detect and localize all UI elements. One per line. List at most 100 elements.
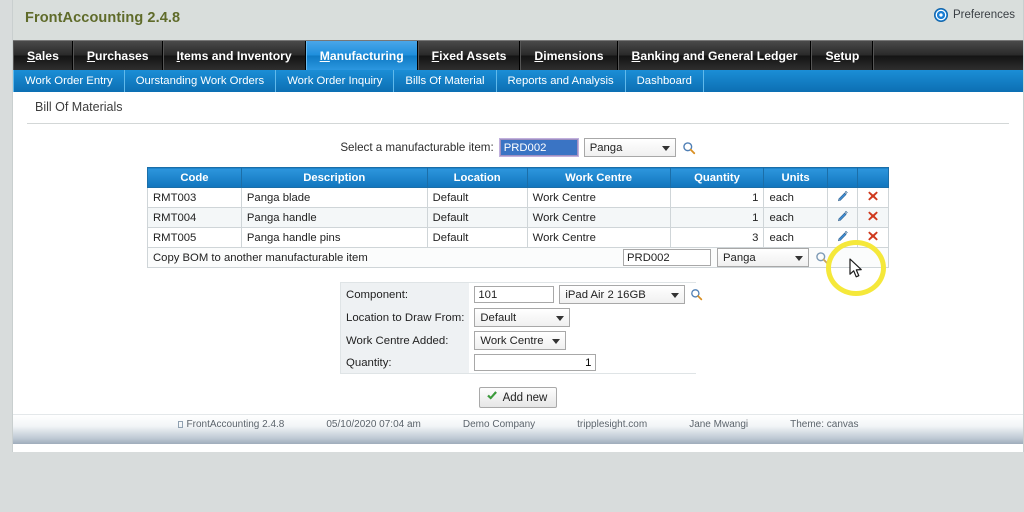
menu-item-dimensions[interactable]: Dimensions [520, 41, 618, 70]
app-title: FrontAccounting 2.4.8 [25, 10, 181, 26]
search-icon[interactable] [682, 141, 696, 155]
menu-item-banking-and-general-ledger[interactable]: Banking and General Ledger [617, 41, 812, 70]
delete-row-button[interactable] [857, 187, 889, 208]
page-sheet: FrontAccounting 2.4.8 Preferences Sales … [12, 0, 1024, 452]
page-title-bar: Bill Of Materials [13, 92, 1023, 119]
cell-units: each [763, 207, 828, 228]
location-select[interactable]: Default [474, 308, 571, 327]
chevron-down-icon [552, 338, 561, 344]
preferences-label: Preferences [952, 9, 1015, 21]
footer-bullet-icon [177, 421, 183, 428]
cell-units: each [763, 187, 828, 208]
top-bar: FrontAccounting 2.4.8 Preferences [13, 0, 1023, 40]
quantity-field-row: Quantity: [341, 352, 710, 373]
cell-work-centre: Work Centre [526, 227, 671, 248]
edit-row-button[interactable] [826, 227, 859, 248]
component-item-select[interactable]: iPad Air 2 16GB [559, 285, 686, 304]
delete-row-button[interactable] [857, 227, 889, 248]
table-row[interactable]: RMT005 Panga handle pins Default Work Ce… [147, 227, 889, 248]
chevron-down-icon [661, 145, 670, 151]
delete-x-icon [867, 190, 879, 205]
green-check-icon [486, 390, 498, 405]
footer-datetime: 05/10/2020 07:04 am [326, 419, 421, 430]
footer-version-item: FrontAccounting 2.4.8 [177, 419, 284, 430]
add-new-button[interactable]: Add new [478, 387, 558, 408]
column-header-description: Description [240, 167, 428, 188]
edit-row-button[interactable] [826, 187, 859, 208]
page-title: Bill Of Materials [35, 100, 123, 114]
pencil-icon [836, 230, 849, 246]
copy-bom-item-select[interactable]: Panga [717, 248, 809, 267]
manufacturable-item-select[interactable]: Panga [583, 138, 676, 157]
cell-location: Default [426, 227, 528, 248]
delete-x-icon [867, 210, 879, 225]
copy-bom-search-icon[interactable] [815, 251, 829, 265]
cell-code: RMT005 [147, 227, 242, 248]
quantity-field-cell [469, 352, 710, 373]
submenu-item-reports-and-analysis[interactable]: Reports and Analysis [497, 70, 626, 92]
footer-user: Jane Mwangi [689, 419, 749, 430]
copy-bom-cell: Copy BOM to another manufacturable item … [147, 247, 889, 268]
work-centre-select-value: Work Centre [480, 334, 544, 347]
menu-item-items-and-inventory[interactable]: Items and Inventory [162, 41, 306, 70]
location-field-cell: Default [469, 306, 710, 329]
footer-theme: Theme: canvas [790, 419, 859, 430]
submenu-item-dashboard[interactable]: Dashboard [626, 70, 704, 92]
preferences-button[interactable]: Preferences [933, 8, 1015, 22]
footer-company: Demo Company [462, 419, 536, 430]
component-item-select-value: iPad Air 2 16GB [565, 288, 646, 301]
chevron-down-icon [556, 315, 565, 321]
component-field-cell: iPad Air 2 16GB [469, 283, 710, 306]
table-row[interactable]: RMT004 Panga handle Default Work Centre … [147, 207, 889, 228]
work-centre-select[interactable]: Work Centre [474, 331, 567, 350]
sub-menu-filler [704, 70, 1023, 92]
table-row[interactable]: RMT003 Panga blade Default Work Centre 1… [147, 187, 889, 208]
edit-row-button[interactable] [826, 207, 859, 228]
manufacturable-item-code-input[interactable] [498, 138, 579, 157]
column-header-edit [826, 167, 859, 188]
component-code-input[interactable] [474, 286, 555, 303]
delete-x-icon [867, 230, 879, 245]
sub-menu: Work Order Entry Ourstanding Work Orders… [13, 70, 1023, 92]
copy-bom-item-select-value: Panga [723, 251, 756, 264]
chevron-down-icon [795, 255, 803, 261]
add-new-label: Add new [502, 391, 548, 404]
submenu-item-work-order-inquiry[interactable]: Work Order Inquiry [276, 70, 395, 92]
page-footer: FrontAccounting 2.4.8 05/10/2020 07:04 a… [13, 414, 1023, 444]
component-form-table: Component: iPad Air 2 16GB [341, 283, 710, 373]
copy-bom-code-input[interactable] [623, 249, 711, 266]
component-form: Component: iPad Air 2 16GB [340, 282, 710, 374]
column-header-code: Code [147, 167, 242, 188]
menu-item-setup[interactable]: Setup [811, 41, 874, 70]
pencil-icon [836, 190, 849, 206]
work-centre-field-row: Work Centre Added: Work Centre [341, 329, 710, 352]
quantity-input[interactable] [474, 354, 597, 371]
menu-item-manufacturing[interactable]: Manufacturing [305, 41, 418, 70]
app-window: FrontAccounting 2.4.8 Preferences Sales … [0, 0, 1024, 512]
cell-code: RMT004 [147, 207, 242, 228]
main-content: Select a manufacturable item: Panga [13, 124, 1023, 444]
location-select-value: Default [480, 311, 517, 324]
component-search-icon[interactable] [690, 288, 704, 302]
location-field-row: Location to Draw From: Default [341, 306, 710, 329]
submenu-item-bills-of-material[interactable]: Bills Of Material [394, 70, 497, 92]
main-menu: Sales Purchases Items and Inventory Manu… [13, 40, 1023, 70]
delete-row-button[interactable] [857, 207, 889, 228]
submenu-item-outstanding-work-orders[interactable]: Ourstanding Work Orders [125, 70, 277, 92]
component-label: Component: [346, 288, 409, 301]
cell-description: Panga handle [240, 207, 428, 228]
column-header-delete [857, 167, 889, 188]
work-centre-label: Work Centre Added: [346, 334, 449, 347]
bom-table: Code Description Location Work Centre Qu… [147, 167, 889, 268]
component-field-row: Component: iPad Air 2 16GB [341, 283, 710, 306]
cell-location: Default [426, 207, 528, 228]
menu-item-fixed-assets[interactable]: Fixed Assets [417, 41, 521, 70]
menu-item-purchases[interactable]: Purchases [72, 41, 163, 70]
bom-table-header-row: Code Description Location Work Centre Qu… [147, 167, 889, 188]
cell-quantity: 3 [669, 227, 765, 248]
manufacturable-item-select-value: Panga [589, 141, 623, 154]
submenu-item-work-order-entry[interactable]: Work Order Entry [13, 70, 125, 92]
cell-quantity: 1 [669, 207, 765, 228]
menu-item-sales[interactable]: Sales [13, 41, 73, 70]
cell-description: Panga handle pins [240, 227, 428, 248]
